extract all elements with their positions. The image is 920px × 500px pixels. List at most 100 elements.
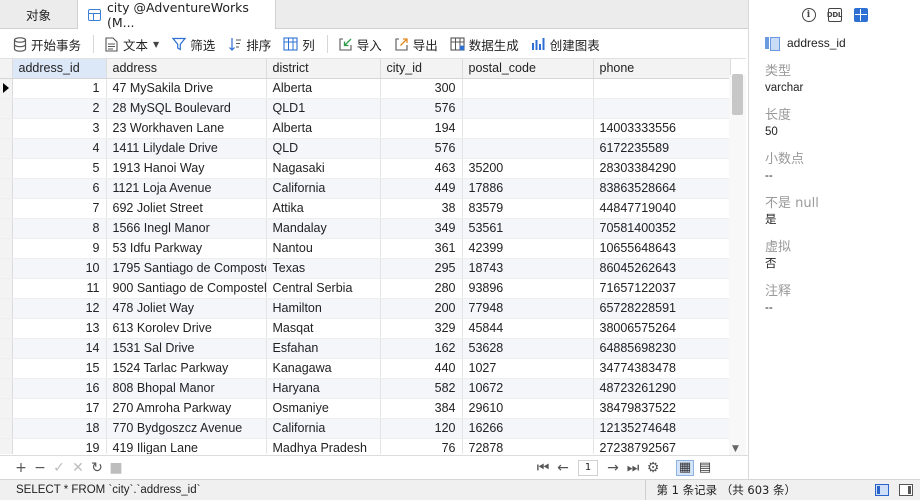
table-cell[interactable]: 27238792567 bbox=[593, 438, 731, 454]
table-row[interactable]: 4 1411 Lilydale Drive QLD 576 6172235589 bbox=[0, 138, 731, 159]
table-cell[interactable]: Alberta bbox=[266, 118, 381, 139]
table-cell[interactable]: 18 bbox=[12, 418, 107, 439]
filter-button[interactable]: 筛选 bbox=[171, 35, 215, 54]
table-cell[interactable]: 329 bbox=[380, 318, 463, 339]
table-cell[interactable]: 280 bbox=[380, 278, 463, 299]
table-cell[interactable]: 28303384290 bbox=[593, 158, 731, 179]
table-cell[interactable] bbox=[462, 118, 594, 139]
table-cell[interactable]: 478 Joliet Way bbox=[106, 298, 267, 319]
table-cell[interactable] bbox=[462, 78, 594, 99]
table-cell[interactable]: 582 bbox=[380, 378, 463, 399]
table-cell[interactable]: 295 bbox=[380, 258, 463, 279]
create-chart-button[interactable]: 创建图表 bbox=[531, 35, 600, 54]
table-cell[interactable]: 6 bbox=[12, 178, 107, 199]
previous-page-icon[interactable]: ← bbox=[554, 459, 572, 477]
table-cell[interactable]: 1795 Santiago de Compostela Way bbox=[106, 258, 267, 279]
table-cell[interactable]: 53628 bbox=[462, 338, 594, 359]
vertical-scrollbar[interactable]: ▼ bbox=[729, 74, 746, 455]
table-cell[interactable]: 53561 bbox=[462, 218, 594, 239]
table-row[interactable]: 16 808 Bhopal Manor Haryana 582 10672 4872326… bbox=[0, 378, 731, 399]
table-cell[interactable]: Masqat bbox=[266, 318, 381, 339]
table-row[interactable]: 14 1531 Sal Drive Esfahan 162 53628 648856982… bbox=[0, 338, 731, 359]
stop-icon[interactable]: ■ bbox=[107, 459, 125, 477]
row-marker[interactable] bbox=[0, 138, 13, 159]
table-cell[interactable]: 86045262643 bbox=[593, 258, 731, 279]
row-marker[interactable] bbox=[0, 278, 13, 299]
table-cell[interactable]: 1027 bbox=[462, 358, 594, 379]
table-cell[interactable]: Haryana bbox=[266, 378, 381, 399]
refresh-icon[interactable]: ↻ bbox=[88, 459, 106, 477]
table-row[interactable]: 17 270 Amroha Parkway Osmaniye 384 29610 3847… bbox=[0, 398, 731, 419]
table-cell[interactable]: 4 bbox=[12, 138, 107, 159]
table-row[interactable]: 5 1913 Hanoi Way Nagasaki 463 35200 283033842… bbox=[0, 158, 731, 179]
toggle-right-panel-icon[interactable] bbox=[896, 482, 916, 498]
column-header[interactable]: district bbox=[266, 59, 381, 79]
row-marker[interactable] bbox=[0, 118, 13, 139]
table-cell[interactable]: 5 bbox=[12, 158, 107, 179]
table-row[interactable]: 15 1524 Tarlac Parkway Kanagawa 440 1027 3477… bbox=[0, 358, 731, 379]
table-cell[interactable]: 2 bbox=[12, 98, 107, 119]
table-cell[interactable]: 1 bbox=[12, 78, 107, 99]
table-cell[interactable]: 300 bbox=[380, 78, 463, 99]
next-page-icon[interactable]: → bbox=[604, 459, 622, 477]
text-button[interactable]: 文本 ▼ bbox=[104, 35, 159, 54]
table-cell[interactable] bbox=[462, 98, 594, 119]
row-marker[interactable] bbox=[0, 358, 13, 379]
table-cell[interactable]: 384 bbox=[380, 398, 463, 419]
table-row[interactable]: 11900 Santiago de Compostela ParkwayCent… bbox=[0, 278, 731, 299]
table-cell[interactable]: 10655648643 bbox=[593, 238, 731, 259]
toggle-left-panel-icon[interactable] bbox=[872, 482, 892, 498]
table-cell[interactable]: 440 bbox=[380, 358, 463, 379]
table-row[interactable]: 19 419 Iligan Lane Madhya Pradesh 76 72878 27… bbox=[0, 438, 731, 454]
table-cell[interactable]: 12 bbox=[12, 298, 107, 319]
row-marker[interactable] bbox=[0, 318, 13, 339]
table-cell[interactable]: 194 bbox=[380, 118, 463, 139]
row-marker[interactable] bbox=[0, 438, 13, 454]
table-cell[interactable]: 8 bbox=[12, 218, 107, 239]
table-cell[interactable]: 120 bbox=[380, 418, 463, 439]
table-cell[interactable]: Nagasaki bbox=[266, 158, 381, 179]
export-button[interactable]: 导出 bbox=[394, 35, 438, 54]
table-cell[interactable]: 14003333556 bbox=[593, 118, 731, 139]
table-cell[interactable]: 16266 bbox=[462, 418, 594, 439]
table-row[interactable]: 6 1121 Loja Avenue California 449 17886 83863… bbox=[0, 178, 731, 199]
table-row[interactable]: 101795 Santiago de Compostela WayTexas29… bbox=[0, 258, 731, 279]
table-cell[interactable]: Kanagawa bbox=[266, 358, 381, 379]
table-cell[interactable]: 93896 bbox=[462, 278, 594, 299]
table-cell[interactable]: 17 bbox=[12, 398, 107, 419]
delete-record-icon[interactable]: − bbox=[31, 459, 49, 477]
table-row[interactable]: 2 28 MySQL Boulevard QLD1 576 bbox=[0, 98, 731, 119]
form-view-icon[interactable]: ▤ bbox=[696, 460, 714, 476]
table-cell[interactable]: 200 bbox=[380, 298, 463, 319]
table-cell[interactable]: 17886 bbox=[462, 178, 594, 199]
info-icon[interactable]: i bbox=[801, 7, 816, 22]
table-cell[interactable]: Central Serbia bbox=[266, 278, 381, 299]
tab-objects[interactable]: 对象 bbox=[0, 0, 78, 29]
table-cell[interactable]: Alberta bbox=[266, 78, 381, 99]
table-cell[interactable] bbox=[593, 98, 731, 119]
ddl-icon[interactable]: DDL bbox=[827, 7, 842, 22]
table-cell[interactable] bbox=[593, 78, 731, 99]
table-cell[interactable]: 15 bbox=[12, 358, 107, 379]
table-cell[interactable]: 38006575264 bbox=[593, 318, 731, 339]
field-grid-icon[interactable] bbox=[853, 7, 868, 22]
row-marker[interactable] bbox=[0, 158, 13, 179]
table-cell[interactable]: 38479837522 bbox=[593, 398, 731, 419]
table-cell[interactable]: QLD1 bbox=[266, 98, 381, 119]
row-marker[interactable] bbox=[0, 238, 13, 259]
table-cell[interactable]: 1411 Lilydale Drive bbox=[106, 138, 267, 159]
table-cell[interactable]: 70581400352 bbox=[593, 218, 731, 239]
table-cell[interactable]: 48723261290 bbox=[593, 378, 731, 399]
table-cell[interactable]: 42399 bbox=[462, 238, 594, 259]
discard-changes-icon[interactable]: ✕ bbox=[69, 459, 87, 477]
scrollbar-thumb[interactable] bbox=[732, 74, 743, 115]
table-cell[interactable]: 29610 bbox=[462, 398, 594, 419]
table-cell[interactable]: California bbox=[266, 418, 381, 439]
row-marker[interactable] bbox=[0, 178, 13, 199]
table-cell[interactable]: 576 bbox=[380, 138, 463, 159]
table-cell[interactable]: 44847719040 bbox=[593, 198, 731, 219]
table-cell[interactable]: 1566 Inegl Manor bbox=[106, 218, 267, 239]
table-cell[interactable]: 18743 bbox=[462, 258, 594, 279]
table-cell[interactable]: Texas bbox=[266, 258, 381, 279]
table-cell[interactable]: 270 Amroha Parkway bbox=[106, 398, 267, 419]
